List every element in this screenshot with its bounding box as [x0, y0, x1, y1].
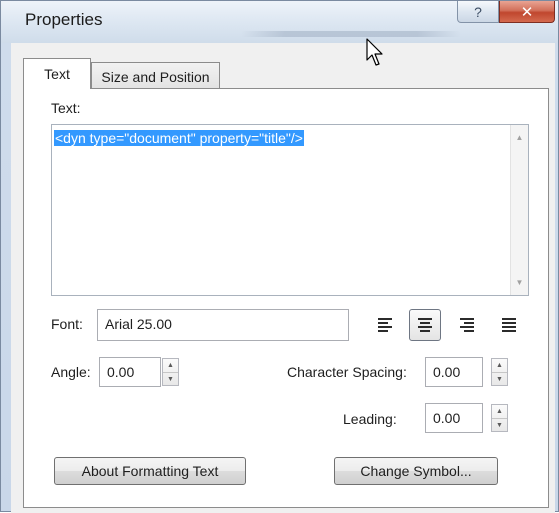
align-justify-icon — [502, 318, 516, 332]
character-spacing-spinner[interactable]: ▲ ▼ — [491, 358, 508, 386]
character-spacing-label: Character Spacing: — [287, 364, 407, 380]
align-left-button[interactable] — [369, 309, 401, 341]
mouse-cursor-icon — [366, 38, 383, 66]
selected-text: <dyn type="document" property="title"/> — [54, 130, 304, 146]
scroll-up-icon[interactable]: ▲ — [511, 129, 528, 146]
align-left-icon — [378, 318, 392, 332]
tab-size-and-position[interactable]: Size and Position — [91, 62, 220, 90]
close-button[interactable]: ✕ — [499, 1, 555, 23]
title-bar[interactable]: Properties ? ✕ — [1, 1, 558, 43]
leading-up-icon[interactable]: ▲ — [492, 405, 507, 419]
font-field[interactable]: Arial 25.00 — [97, 309, 349, 341]
text-input[interactable]: <dyn type="document" property="title"/> … — [51, 124, 529, 296]
close-icon: ✕ — [520, 3, 534, 21]
help-button[interactable]: ? — [457, 1, 499, 23]
angle-up-icon[interactable]: ▲ — [163, 359, 178, 373]
character-spacing-field[interactable]: 0.00 — [425, 357, 483, 387]
align-center-button[interactable] — [409, 309, 441, 341]
tab-size-and-position-label: Size and Position — [101, 68, 210, 85]
leading-spinner[interactable]: ▲ ▼ — [491, 404, 508, 432]
align-right-button[interactable] — [451, 309, 483, 341]
window-title: Properties — [25, 10, 103, 29]
title-bar-glow — [241, 31, 461, 37]
tab-text-label: Text — [44, 66, 70, 82]
angle-down-icon[interactable]: ▼ — [163, 373, 178, 386]
help-icon: ? — [474, 3, 482, 20]
text-label: Text: — [51, 100, 81, 116]
character-spacing-down-icon[interactable]: ▼ — [492, 373, 507, 386]
angle-label: Angle: — [51, 364, 91, 380]
angle-field[interactable]: 0.00 — [99, 357, 161, 387]
leading-field[interactable]: 0.00 — [425, 403, 483, 433]
align-center-icon — [418, 318, 432, 332]
font-label: Font: — [51, 316, 83, 332]
scroll-down-icon[interactable]: ▼ — [511, 274, 528, 291]
leading-label: Leading: — [343, 411, 397, 427]
tab-text[interactable]: Text — [23, 58, 91, 89]
align-justify-button[interactable] — [493, 309, 525, 341]
about-formatting-text-button[interactable]: About Formatting Text — [54, 457, 246, 485]
character-spacing-up-icon[interactable]: ▲ — [492, 359, 507, 373]
leading-down-icon[interactable]: ▼ — [492, 419, 507, 432]
angle-spinner[interactable]: ▲ ▼ — [162, 358, 179, 386]
align-right-icon — [460, 318, 474, 332]
text-scrollbar[interactable]: ▲ ▼ — [510, 125, 528, 295]
change-symbol-button[interactable]: Change Symbol... — [334, 457, 498, 485]
